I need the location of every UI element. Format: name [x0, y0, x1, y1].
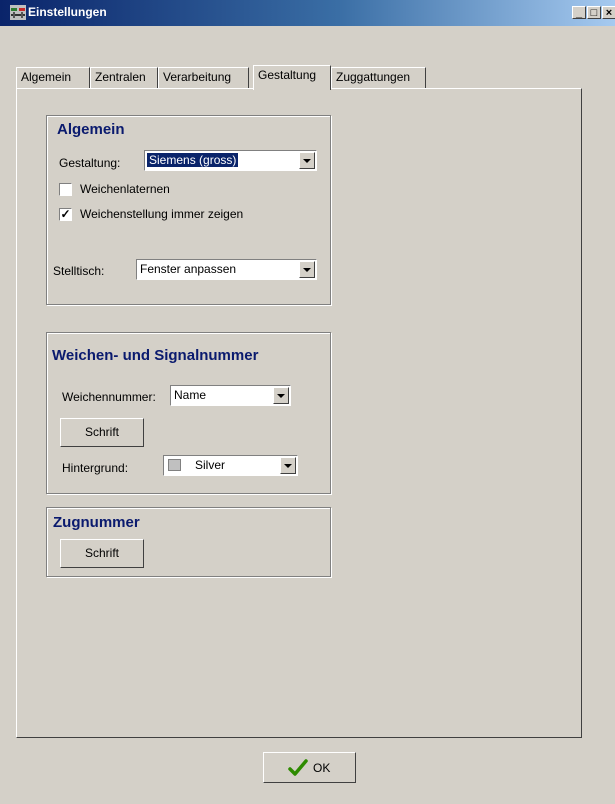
weichennummer-select-value: Name — [174, 388, 207, 402]
zugnummer-schrift-button[interactable]: Schrift — [60, 539, 144, 568]
group-algemein: Algemein Gestaltung: Siemens (gross) Wei… — [46, 115, 331, 305]
chevron-down-icon[interactable] — [280, 457, 296, 474]
chevron-down-icon[interactable] — [273, 387, 289, 404]
group-zugnummer-title: Zugnummer — [53, 514, 140, 531]
weichenlaternen-label[interactable]: Weichenlaternen — [80, 182, 170, 196]
weichennummer-select[interactable]: Name — [170, 385, 291, 406]
group-zugnummer: Zugnummer Schrift — [46, 507, 331, 577]
tab-zuggattungen[interactable]: Zuggattungen — [331, 67, 426, 88]
close-button[interactable]: × — [602, 6, 615, 19]
weichen-schrift-button[interactable]: Schrift — [60, 418, 144, 447]
check-icon: ✓ — [60, 207, 71, 221]
gestaltung-label: Gestaltung: — [59, 156, 121, 170]
ok-button[interactable]: OK — [263, 752, 356, 783]
tab-algemein[interactable]: Algemein — [16, 67, 90, 88]
gestaltung-select[interactable]: Siemens (gross) — [144, 150, 317, 171]
weichenstellung-checkbox[interactable]: ✓ — [59, 208, 72, 221]
ok-label: OK — [313, 761, 331, 775]
chevron-down-icon[interactable] — [299, 152, 315, 169]
check-icon — [288, 759, 308, 776]
hintergrund-select-value: Silver — [195, 458, 226, 472]
app-icon — [10, 5, 26, 20]
group-algemein-title: Algemein — [57, 121, 125, 138]
title-bar[interactable]: Einstellungen _ □ × — [0, 0, 615, 26]
weichenstellung-label[interactable]: Weichenstellung immer zeigen — [80, 207, 243, 221]
maximize-button[interactable]: □ — [587, 6, 601, 19]
stelltisch-select[interactable]: Fenster anpassen — [136, 259, 317, 280]
gestaltung-select-value: Siemens (gross) — [147, 153, 239, 167]
tab-gestaltung[interactable]: Gestaltung — [253, 65, 331, 90]
tab-verarbeitung[interactable]: Verarbeitung — [158, 67, 249, 88]
stelltisch-label: Stelltisch: — [53, 264, 105, 278]
group-weichen-signalnummer: Weichen- und Signalnummer Weichennummer:… — [46, 332, 331, 494]
group-weichen-title: Weichen- und Signalnummer — [52, 347, 259, 364]
hintergrund-label: Hintergrund: — [62, 461, 129, 475]
minimize-button[interactable]: _ — [572, 6, 586, 19]
tab-zentralen[interactable]: Zentralen — [90, 67, 158, 88]
window-title: Einstellungen — [28, 5, 107, 19]
chevron-down-icon[interactable] — [299, 261, 315, 278]
weichenlaternen-checkbox[interactable] — [59, 183, 72, 196]
hintergrund-select[interactable]: Silver — [163, 455, 298, 476]
weichennummer-label: Weichennummer: — [62, 390, 156, 404]
color-swatch — [168, 459, 181, 471]
stelltisch-select-value: Fenster anpassen — [140, 262, 237, 276]
